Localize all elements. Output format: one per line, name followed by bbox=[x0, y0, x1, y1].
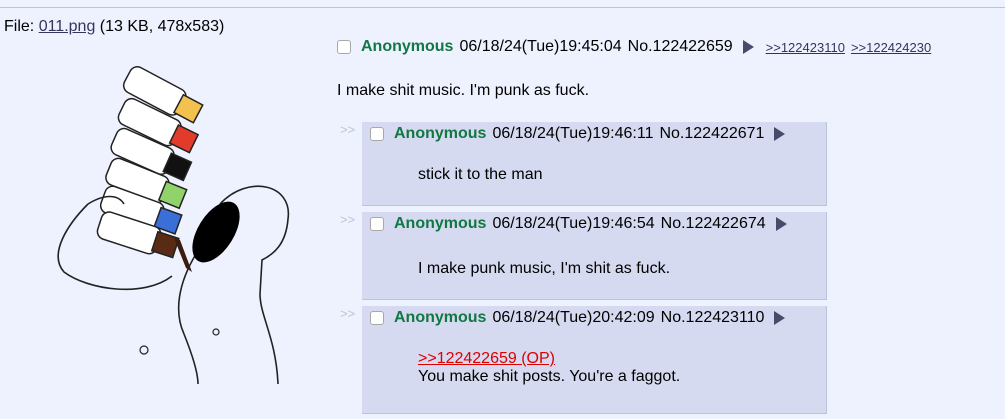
op-post-datetime: 06/18/24(Tue)19:45:04 bbox=[459, 38, 622, 55]
file-meta: (13 KB, 478x583) bbox=[99, 18, 225, 35]
op-post-message: I make shit music. I'm punk as fuck. bbox=[337, 82, 590, 99]
reply-post-number[interactable]: No.122423110 bbox=[661, 309, 765, 327]
op-post-number[interactable]: No.122422659 bbox=[628, 38, 733, 56]
op-backlink-1[interactable]: >>122423110 bbox=[766, 40, 845, 55]
top-divider bbox=[0, 7, 1005, 8]
file-link[interactable]: 011.png bbox=[39, 18, 96, 35]
op-select-checkbox[interactable] bbox=[337, 40, 351, 54]
post-menu-triangle-icon[interactable] bbox=[774, 311, 786, 325]
reply-poster-name: Anonymous bbox=[394, 215, 487, 232]
reply-arrows: >> bbox=[340, 306, 356, 321]
reply-select-checkbox[interactable] bbox=[370, 311, 384, 325]
post-menu-triangle-icon[interactable] bbox=[742, 40, 754, 54]
reply-post-info: Anonymous 06/18/24(Tue)19:46:54 No.12242… bbox=[370, 215, 787, 233]
reply-select-checkbox[interactable] bbox=[370, 217, 384, 231]
reply-post-number[interactable]: No.122422674 bbox=[661, 215, 766, 233]
reply-post-datetime: 06/18/24(Tue)20:42:09 bbox=[492, 309, 655, 326]
post-menu-triangle-icon[interactable] bbox=[774, 127, 786, 141]
op-post-info: Anonymous 06/18/24(Tue)19:45:04 No.12242… bbox=[337, 38, 1005, 56]
op-backlink-2[interactable]: >>122424230 bbox=[851, 40, 931, 55]
reply-post-message: You make shit posts. You're a faggot. bbox=[418, 368, 681, 385]
reply-post-message: I make punk music, I'm shit as fuck. bbox=[418, 260, 671, 277]
post-menu-triangle-icon[interactable] bbox=[775, 217, 787, 231]
reply-post: Anonymous 06/18/24(Tue)19:46:11 No.12242… bbox=[362, 122, 827, 206]
reply-post: Anonymous 06/18/24(Tue)20:42:09 No.12242… bbox=[362, 306, 827, 414]
reply-post-info: Anonymous 06/18/24(Tue)19:46:11 No.12242… bbox=[370, 125, 786, 143]
reply-post-datetime: 06/18/24(Tue)19:46:11 bbox=[492, 125, 654, 142]
op-poster-name: Anonymous bbox=[361, 38, 454, 55]
quote-link[interactable]: >>122422659 (OP) bbox=[418, 350, 555, 367]
reply-poster-name: Anonymous bbox=[394, 309, 487, 326]
file-info: File: 011.png (13 KB, 478x583) bbox=[4, 18, 224, 36]
op-post: Anonymous 06/18/24(Tue)19:45:04 No.12242… bbox=[337, 38, 1005, 99]
post-image-thumbnail[interactable] bbox=[48, 54, 296, 384]
reply-arrows: >> bbox=[340, 212, 356, 227]
reply-post-message: stick it to the man bbox=[418, 166, 543, 183]
reply-post: Anonymous 06/18/24(Tue)19:46:54 No.12242… bbox=[362, 212, 827, 300]
reply-poster-name: Anonymous bbox=[394, 125, 487, 142]
reply-select-checkbox[interactable] bbox=[370, 127, 384, 141]
reply-post-message-block: >>122422659 (OP) You make shit posts. Yo… bbox=[418, 350, 680, 386]
reply-post-number[interactable]: No.122422671 bbox=[659, 125, 764, 143]
reply-arrows: >> bbox=[340, 122, 356, 137]
file-label: File: bbox=[4, 18, 35, 35]
reply-post-info: Anonymous 06/18/24(Tue)20:42:09 No.12242… bbox=[370, 309, 786, 327]
reply-post-datetime: 06/18/24(Tue)19:46:54 bbox=[492, 215, 655, 232]
